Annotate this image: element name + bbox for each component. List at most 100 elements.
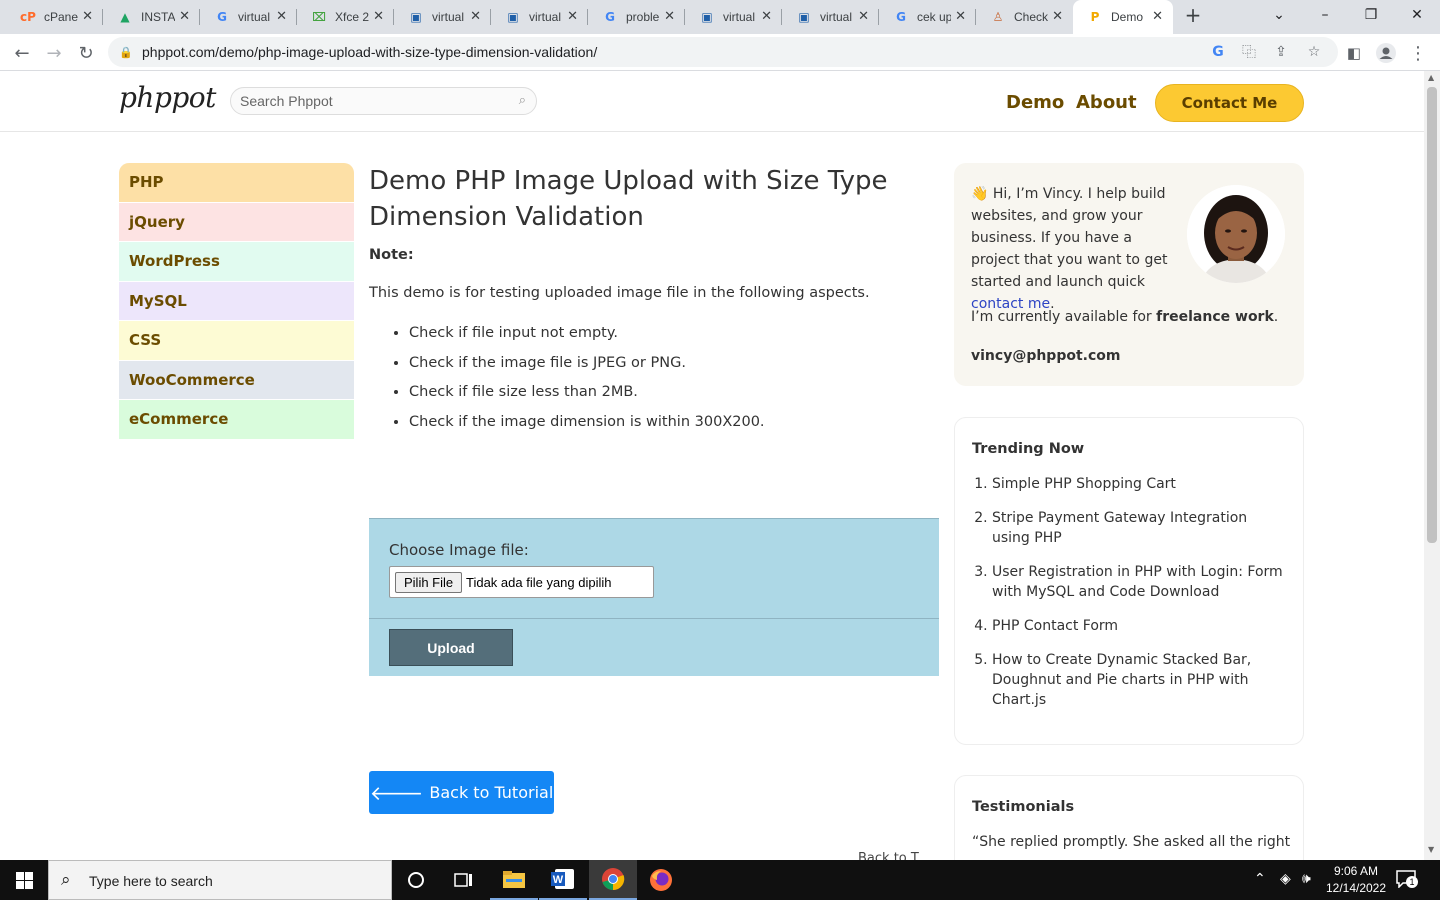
url-text[interactable]: phppot.com/demo/php-image-upload-with-si… [142,44,597,60]
site-logo[interactable]: phppot [119,81,216,114]
tab-title: virtual [820,10,853,24]
category-ecommerce[interactable]: eCommerce [119,400,354,440]
bookmark-star-icon[interactable]: ☆ [1304,42,1324,62]
author-email[interactable]: vincy@phppot.com [971,348,1120,364]
volume-icon[interactable]: 🕪 [1302,871,1311,887]
category-wordpress[interactable]: WordPress [119,242,354,282]
close-tab-icon[interactable]: ✕ [858,9,869,25]
firefox-icon[interactable] [637,860,685,900]
arrow-left-icon: 🡐 [369,780,424,805]
intro-sentence: Hi, I’m Vincy. I help build websites, an… [971,186,1168,290]
browser-tab[interactable]: cP cPanel ✕ [6,0,103,34]
contact-me-button[interactable]: Contact Me [1155,84,1304,122]
tray-chevron-icon[interactable]: ⌃ [1254,871,1266,887]
category-jquery[interactable]: jQuery [119,202,354,242]
browser-tab[interactable]: ♙ Check ✕ [976,0,1073,34]
choose-file-button[interactable]: Pilih File [395,572,463,593]
share-icon[interactable]: ⇪ [1271,42,1291,62]
virtualbox-icon: ▣ [507,10,519,24]
category-mysql[interactable]: MySQL [119,281,354,321]
virtualbox-icon: ▣ [798,10,810,24]
site-search[interactable]: ⌕ [230,87,537,115]
tab-search-icon[interactable]: ⌄ [1256,0,1302,30]
google-icon: G [896,10,906,24]
file-explorer-icon[interactable] [490,860,538,900]
trending-item-link[interactable]: User Registration in PHP with Login: For… [992,562,1287,602]
upload-button[interactable]: Upload [389,629,513,666]
browser-tab[interactable]: Gcek up ✕ [879,0,976,34]
reload-icon[interactable]: ↻ [71,38,101,68]
taskbar-clock[interactable]: 9:06 AM 12/14/2022 [1322,863,1390,897]
scroll-up-icon[interactable]: ▲ [1428,73,1434,82]
tab-title: INSTA [141,10,175,24]
availability-period: . [1273,309,1279,325]
menu-kebab-icon[interactable]: ⋮ [1403,38,1433,68]
close-tab-icon[interactable]: ✕ [567,9,578,25]
scroll-down-icon[interactable]: ▼ [1428,845,1434,854]
trending-item-link[interactable]: PHP Contact Form [992,616,1287,636]
close-tab-icon[interactable]: ✕ [373,9,384,25]
minimize-icon[interactable]: – [1302,0,1348,30]
waving-hand-icon: 👋 [971,186,989,202]
close-tab-icon[interactable]: ✕ [470,9,481,25]
close-tab-icon[interactable]: ✕ [1152,9,1163,25]
cortana-icon[interactable] [392,860,440,900]
profile-icon[interactable] [1371,38,1401,68]
back-nav-icon[interactable]: ← [7,38,37,68]
browser-tab[interactable]: ▣ virtual ✕ [685,0,782,34]
close-tab-icon[interactable]: ✕ [276,9,287,25]
category-woocommerce[interactable]: WooCommerce [119,360,354,400]
new-tab-button[interactable]: + [1170,0,1216,30]
address-bar[interactable]: 🔒 phppot.com/demo/php-image-upload-with-… [108,37,1338,67]
close-tab-icon[interactable]: ✕ [1052,9,1063,25]
word-icon[interactable]: W [539,860,587,900]
page-scrollbar[interactable]: ▲ ▼ [1424,71,1440,860]
close-tab-icon[interactable]: ✕ [82,9,93,25]
category-php[interactable]: PHP [119,163,354,203]
category-css[interactable]: CSS [119,321,354,361]
trending-item-link[interactable]: Stripe Payment Gateway Integration using… [992,508,1287,548]
trending-item-link[interactable]: Simple PHP Shopping Cart [992,474,1287,494]
notifications-icon[interactable]: 1 [1396,870,1420,890]
side-panel-icon[interactable]: ◧ [1339,38,1369,68]
forward-nav-icon[interactable]: → [39,38,69,68]
task-view-icon[interactable] [440,860,488,900]
back-to-tutorial-button[interactable]: 🡐 Back to Tutorial [369,771,554,814]
browser-tab[interactable]: ▣ virtual ✕ [782,0,879,34]
lock-icon[interactable]: 🔒 [116,42,136,62]
partial-back-link[interactable]: Back to T [858,851,919,860]
taskbar-search-placeholder: Type here to search [89,873,213,889]
close-tab-icon[interactable]: ✕ [955,9,966,25]
scrollbar-thumb[interactable] [1427,87,1437,543]
nav-demo-link[interactable]: Demo [1006,92,1064,113]
freelance-work-text: freelance work [1156,309,1274,325]
browser-tab[interactable]: ▲ INSTA ✕ [103,0,200,34]
browser-tab[interactable]: ⌧ Xfce 2 ✕ [297,0,394,34]
browser-tab[interactable]: Gvirtual ✕ [200,0,297,34]
trending-item-link[interactable]: How to Create Dynamic Stacked Bar, Dough… [992,650,1287,710]
note-text: This demo is for testing uploaded image … [369,285,870,301]
browser-tab[interactable]: Gproble ✕ [588,0,685,34]
close-tab-icon[interactable]: ✕ [761,9,772,25]
close-tab-icon[interactable]: ✕ [664,9,675,25]
nav-about-link[interactable]: About [1076,92,1137,113]
translate-icon[interactable]: ⿻ [1239,42,1259,62]
choose-file-label: Choose Image file: [389,541,529,559]
browser-tab[interactable]: ▣ virtual ✕ [491,0,588,34]
browser-tab[interactable]: ▣ virtual ✕ [394,0,491,34]
start-button[interactable] [0,860,48,900]
site-search-input[interactable] [240,93,500,109]
file-input[interactable]: Pilih File Tidak ada file yang dipilih [389,566,654,598]
taskbar-search[interactable]: ⌕ Type here to search [48,860,392,900]
author-avatar [1187,185,1285,283]
availability-prefix: I’m currently available for [971,309,1152,325]
network-icon[interactable]: ◈ [1280,871,1291,887]
restore-icon[interactable]: ❐ [1348,0,1394,30]
google-lens-icon[interactable]: G [1208,42,1228,62]
cpanel-icon: cP [20,10,36,24]
close-tab-icon[interactable]: ✕ [179,9,190,25]
close-window-icon[interactable]: ✕ [1394,0,1440,30]
search-icon[interactable]: ⌕ [519,93,526,108]
chrome-icon[interactable] [589,860,637,900]
browser-tab[interactable]: P Demo ✕ [1073,0,1173,34]
